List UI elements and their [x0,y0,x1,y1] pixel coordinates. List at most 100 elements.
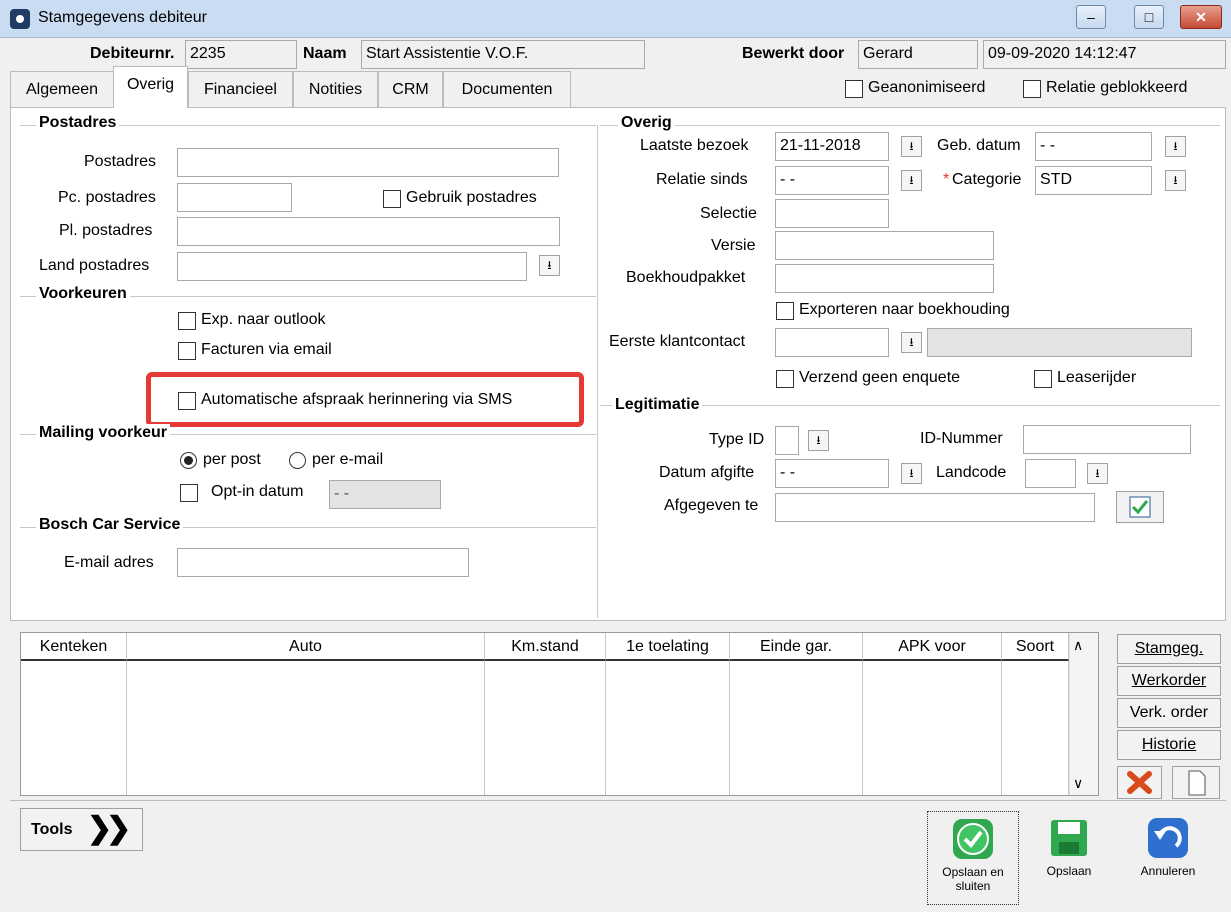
landcode-dropdown-icon[interactable] [1087,463,1108,484]
email-adres-input[interactable] [177,548,469,577]
type-id-field[interactable] [775,426,799,455]
col-toelating[interactable]: 1e toelating [606,633,730,661]
bewerkt-door-field: Gerard [858,40,978,69]
grid-scrollbar[interactable] [1069,633,1098,795]
grid-column [606,661,730,795]
email-adres-label: E-mail adres [64,554,154,571]
land-postadres-input[interactable] [177,252,527,281]
cancel-button[interactable]: Annuleren [1133,811,1203,905]
new-button[interactable] [1172,766,1220,799]
landcode-field[interactable] [1025,459,1076,488]
tab-notities[interactable]: Notities [293,71,378,107]
exp-outlook-checkbox[interactable] [178,312,196,330]
tools-label: Tools [31,821,73,838]
check-document-icon [1129,496,1151,518]
per-post-radio[interactable] [180,452,197,469]
geb-datum-field[interactable]: - - [1035,132,1152,161]
boekhoudpakket-input[interactable] [775,264,994,293]
pc-postadres-input[interactable] [177,183,292,212]
datetime-field: 09-09-2020 14:12:47 [983,40,1226,69]
type-id-label: Type ID [709,431,765,448]
footer-divider [10,800,1226,801]
verify-button[interactable] [1116,491,1164,523]
vehicle-grid: Kenteken Auto Km.stand 1e toelating Eind… [20,632,1099,796]
app-icon [10,9,30,29]
exporteren-checkbox[interactable] [776,302,794,320]
laatste-bezoek-dropdown-icon[interactable] [901,136,922,157]
col-soort[interactable]: Soort [1002,633,1069,661]
land-postadres-label: Land postadres [39,257,150,274]
delete-button[interactable] [1117,766,1162,799]
optin-label: Opt-in datum [211,483,304,500]
datum-afgifte-dropdown-icon[interactable] [901,463,922,484]
eerste-klantcontact-description [927,328,1192,357]
verk-order-button[interactable]: Verk. order [1117,698,1221,728]
afgegeven-te-input[interactable] [775,493,1095,522]
id-nummer-input[interactable] [1023,425,1191,454]
gebruik-postadres-checkbox[interactable] [383,190,401,208]
eerste-klantcontact-field[interactable] [775,328,889,357]
grid-column [1002,661,1069,795]
postadres-input[interactable] [177,148,559,177]
optin-date-field: - - [329,480,441,509]
save-label: Opslaan [1046,864,1092,878]
grid-column [485,661,606,795]
relatie-sinds-field[interactable]: - - [775,166,889,195]
debiteurnr-label: Debiteurnr. [90,45,175,62]
selectie-input[interactable] [775,199,889,228]
pc-postadres-label: Pc. postadres [58,189,156,206]
laatste-bezoek-field[interactable]: 21-11-2018 [775,132,889,161]
verzend-geen-enquete-checkbox[interactable] [776,370,794,388]
maximize-button[interactable]: □ [1134,5,1164,29]
optin-checkbox[interactable] [180,484,198,502]
tools-button[interactable]: Tools ❯❯ [20,808,143,851]
tab-overig[interactable]: Overig [113,66,188,108]
col-einde-gar[interactable]: Einde gar. [730,633,863,661]
geb-datum-dropdown-icon[interactable] [1165,136,1186,157]
relatie-geblokkeerd-checkbox[interactable] [1023,80,1041,98]
col-kenteken[interactable]: Kenteken [21,633,127,661]
save-close-label-2: sluiten [955,879,991,893]
versie-input[interactable] [775,231,994,260]
col-kmstand[interactable]: Km.stand [485,633,606,661]
werkorder-button[interactable]: Werkorder [1117,666,1221,696]
id-nummer-label: ID-Nummer [920,430,1003,447]
tab-documenten[interactable]: Documenten [443,71,571,107]
column-divider [597,125,598,618]
verzend-geen-enquete-label: Verzend geen enquete [799,369,961,386]
eerste-klantcontact-dropdown-icon[interactable] [901,332,922,353]
grid-column [21,661,127,795]
afgegeven-te-label: Afgegeven te [664,497,759,514]
historie-button[interactable]: Historie [1117,730,1221,760]
tab-algemeen[interactable]: Algemeen [10,71,114,107]
scroll-down-icon[interactable]: ∨ [1073,775,1083,792]
save-close-button[interactable]: Opslaan en sluiten [927,811,1019,905]
delete-x-icon [1127,771,1152,794]
minimize-button[interactable]: – [1076,5,1106,29]
tab-crm[interactable]: CRM [378,71,443,107]
col-apk-voor[interactable]: APK voor [863,633,1002,661]
save-close-label-1: Opslaan en [942,865,1004,879]
window-title: Stamgegevens debiteur [38,9,207,26]
scroll-up-icon[interactable]: ∧ [1073,637,1083,654]
cancel-label: Annuleren [1140,864,1196,878]
tab-financieel[interactable]: Financieel [188,71,293,107]
categorie-dropdown-icon[interactable] [1165,170,1186,191]
save-button[interactable]: Opslaan [1034,811,1104,905]
relatie-sinds-dropdown-icon[interactable] [901,170,922,191]
col-auto[interactable]: Auto [127,633,485,661]
geanonimiseerd-checkbox[interactable] [845,80,863,98]
required-mark: * [943,171,950,188]
land-postadres-dropdown-icon[interactable] [539,255,560,276]
stamgeg-button[interactable]: Stamgeg. [1117,634,1221,664]
datum-afgifte-field[interactable]: - - [775,459,889,488]
pl-postadres-input[interactable] [177,217,560,246]
close-button[interactable]: ✕ [1180,5,1222,29]
facturen-email-checkbox[interactable] [178,342,196,360]
grid-column [127,661,485,795]
pl-postadres-label: Pl. postadres [59,222,153,239]
type-id-dropdown-icon[interactable] [808,430,829,451]
categorie-field[interactable]: STD [1035,166,1152,195]
per-email-radio[interactable] [289,452,306,469]
leaserijder-checkbox[interactable] [1034,370,1052,388]
